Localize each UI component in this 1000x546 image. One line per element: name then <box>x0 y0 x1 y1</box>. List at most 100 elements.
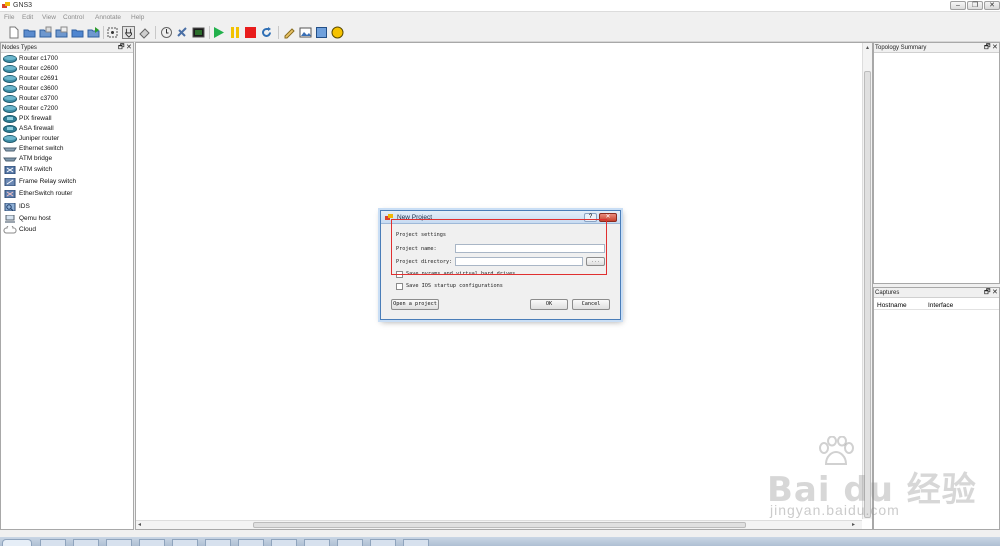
open-folder-icon[interactable] <box>71 26 84 39</box>
router-icon <box>3 95 17 103</box>
firewall-icon <box>3 115 17 123</box>
router-icon <box>3 105 17 113</box>
menu-help[interactable]: Help <box>131 13 144 22</box>
vertical-scrollbar[interactable]: ▴ <box>862 43 872 519</box>
node-type-label: Router c3600 <box>19 85 59 92</box>
router-icon <box>3 85 17 93</box>
topology-summary-header: Topology Summary 🗗 ✕ <box>874 43 999 53</box>
maximize-button[interactable]: ❐ <box>967 1 983 10</box>
start-orb-icon[interactable] <box>2 539 32 546</box>
node-types-header: Nodes Types 🗗 ✕ <box>1 43 133 53</box>
export-icon[interactable] <box>87 26 100 39</box>
dock-float-icon[interactable]: 🗗 <box>118 43 125 53</box>
etherswitch-icon <box>3 189 17 199</box>
scroll-up-icon[interactable]: ▴ <box>864 44 871 52</box>
ids-icon <box>3 202 17 212</box>
cancel-button[interactable]: Cancel <box>572 299 610 310</box>
taskbar-app-icon[interactable] <box>106 539 132 546</box>
horizontal-scrollbar[interactable]: ◂ ▸ <box>136 520 862 529</box>
menu-annotate[interactable]: Annotate <box>95 13 121 22</box>
menu-edit[interactable]: Edit <box>22 13 33 22</box>
column-interface[interactable]: Interface <box>928 301 953 310</box>
taskbar-app-icon[interactable] <box>73 539 99 546</box>
node-type-label: Router c1700 <box>19 55 59 62</box>
new-project-dialog: New Project ? ✕ Project settings Project… <box>380 210 621 320</box>
node-type-label: ATM bridge <box>19 155 53 162</box>
dock-float-icon[interactable]: 🗗 <box>984 288 991 298</box>
column-hostname[interactable]: Hostname <box>877 301 907 310</box>
new-icon[interactable] <box>7 26 20 39</box>
scroll-left-icon[interactable]: ◂ <box>138 521 145 529</box>
scroll-right-icon[interactable]: ▸ <box>852 521 859 529</box>
node-type-label: Ethernet switch <box>19 145 64 152</box>
add-link-icon[interactable] <box>122 26 135 39</box>
router-icon <box>3 75 17 83</box>
vertical-scroll-thumb[interactable] <box>864 71 871 518</box>
menu-file[interactable]: File <box>4 13 14 22</box>
ok-button[interactable]: OK <box>530 299 568 310</box>
window-title-bar: GNS3 ‒ ❐ ✕ <box>0 0 1000 12</box>
node-type-label: Cloud <box>19 226 36 233</box>
captures-header: Captures 🗗 ✕ <box>874 288 999 298</box>
node-type-label: ASA firewall <box>19 125 54 132</box>
start-icon[interactable] <box>212 26 225 39</box>
show-interface-labels-icon[interactable] <box>106 26 119 39</box>
captures-table-header: Hostname Interface <box>874 300 999 310</box>
pause-icon[interactable] <box>228 26 241 39</box>
dock-close-icon[interactable]: ✕ <box>126 43 132 53</box>
topology-summary-dock: Topology Summary 🗗 ✕ <box>873 42 1000 284</box>
rectangle-icon[interactable] <box>315 26 328 39</box>
firewall-icon <box>3 125 17 133</box>
router-icon <box>3 135 17 143</box>
node-type-label: Qemu host <box>19 215 51 222</box>
taskbar <box>0 537 1000 546</box>
dock-close-icon[interactable]: ✕ <box>992 288 998 298</box>
captures-title: Captures <box>875 290 900 296</box>
node-type-label: Frame Relay switch <box>19 178 77 185</box>
node-types-title: Nodes Types <box>2 45 37 51</box>
taskbar-app-icon[interactable] <box>238 539 264 546</box>
dock-close-icon[interactable]: ✕ <box>992 43 998 53</box>
node-type-label: Router c3700 <box>19 95 59 102</box>
node-types-dock: Nodes Types 🗗 ✕ Router c1700 Router c2600… <box>0 42 134 530</box>
taskbar-app-icon[interactable] <box>172 539 198 546</box>
cloud-icon <box>3 224 17 234</box>
terminal-icon[interactable] <box>192 26 205 39</box>
gns3-logo-icon <box>2 2 10 8</box>
node-type-label: Router c7200 <box>19 105 59 112</box>
open-icon[interactable] <box>23 26 36 39</box>
node-type-label: Juniper router <box>19 135 60 142</box>
open-project-button[interactable]: Open a project <box>391 299 439 310</box>
taskbar-app-icon[interactable] <box>370 539 396 546</box>
dock-float-icon[interactable]: 🗗 <box>984 43 991 53</box>
console-all-icon[interactable] <box>176 26 189 39</box>
ellipse-icon[interactable] <box>331 26 344 39</box>
save-icon[interactable] <box>39 26 52 39</box>
atm-bridge-icon <box>3 155 17 163</box>
save-as-icon[interactable] <box>55 26 68 39</box>
node-type-label: IDS <box>19 203 30 210</box>
taskbar-app-icon[interactable] <box>205 539 231 546</box>
capture-icon[interactable] <box>138 26 151 39</box>
taskbar-app-icon[interactable] <box>40 539 66 546</box>
reload-icon[interactable] <box>260 26 273 39</box>
menu-control[interactable]: Control <box>63 13 84 22</box>
taskbar-app-icon[interactable] <box>337 539 363 546</box>
taskbar-app-icon[interactable] <box>271 539 297 546</box>
menu-view[interactable]: View <box>42 13 56 22</box>
save-ios-configs-checkbox[interactable] <box>396 283 403 290</box>
taskbar-app-icon[interactable] <box>139 539 165 546</box>
minimize-button[interactable]: ‒ <box>950 1 966 10</box>
stop-icon[interactable] <box>244 26 257 39</box>
insert-image-icon[interactable] <box>299 26 312 39</box>
taskbar-app-icon[interactable] <box>403 539 429 546</box>
note-icon[interactable] <box>283 26 296 39</box>
captures-dock: Captures 🗗 ✕ Hostname Interface <box>873 287 1000 530</box>
atm-switch-icon <box>3 165 17 175</box>
save-ios-configs-label: Save IOS startup configurations <box>406 283 503 289</box>
console-icon[interactable] <box>160 26 173 39</box>
horizontal-scroll-thumb[interactable] <box>253 522 746 528</box>
taskbar-app-icon[interactable] <box>304 539 330 546</box>
close-window-button[interactable]: ✕ <box>984 1 1000 10</box>
menu-bar: File Edit View Control Annotate Help <box>0 12 1000 23</box>
